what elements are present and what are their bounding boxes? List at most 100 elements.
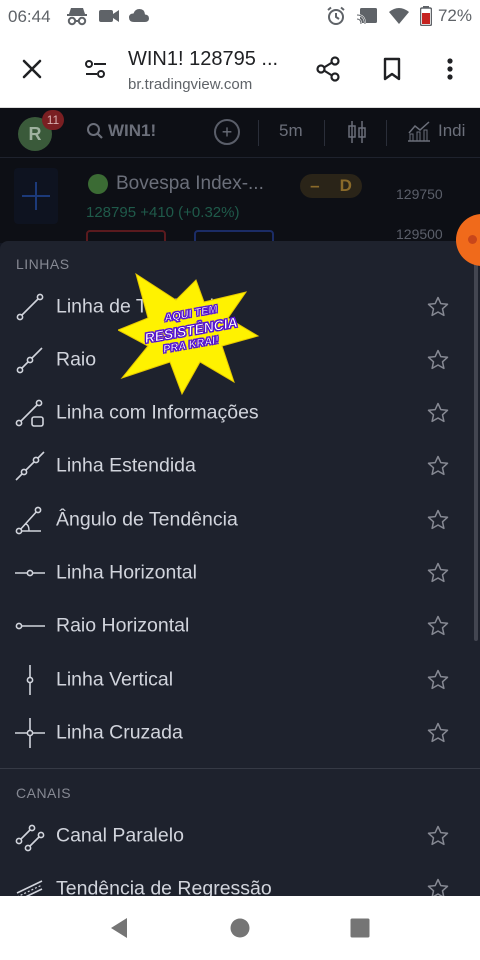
status-right: 72% — [326, 6, 472, 26]
tune-icon — [85, 60, 106, 78]
star-icon[interactable] — [426, 824, 450, 848]
chart-background: R 11 WIN1! + 5m Indi Bovespa Index-... –… — [0, 108, 480, 243]
close-icon — [22, 59, 42, 79]
section-header-canais: CANAIS — [16, 785, 72, 801]
chart-legend: Bovespa Index-... – D 128795 +410 (+0.32… — [0, 158, 480, 243]
tool-label: Linha Vertical — [56, 668, 174, 690]
indicators-button[interactable]: Indi — [406, 119, 465, 143]
more-vert-icon — [447, 58, 453, 80]
symbol-search[interactable]: WIN1! — [86, 121, 156, 141]
tool-horizontal-ray[interactable]: Raio Horizontal — [0, 599, 464, 652]
home-icon[interactable] — [228, 916, 252, 940]
divider — [324, 120, 325, 146]
brazil-flag-icon — [88, 174, 108, 194]
battery-icon — [419, 6, 432, 26]
bookmark-icon — [383, 57, 401, 81]
price-scale-label: 129750 — [396, 186, 443, 202]
star-icon[interactable] — [426, 508, 450, 532]
tool-label: Ângulo de Tendência — [56, 508, 238, 530]
star-icon[interactable] — [426, 561, 450, 585]
crosshair-icon — [22, 182, 50, 210]
star-icon[interactable] — [426, 614, 450, 638]
tool-label: Raio — [56, 348, 97, 370]
divider — [258, 120, 259, 146]
tool-parallel-channel[interactable]: Canal Paralelo — [0, 809, 464, 862]
tool-label: Linha Estendida — [56, 454, 196, 476]
section-header-linhas: LINHAS — [16, 256, 70, 272]
star-icon[interactable] — [426, 295, 450, 319]
star-icon[interactable] — [426, 721, 450, 745]
more-options-button[interactable] — [430, 49, 470, 89]
section-divider — [0, 768, 480, 769]
instrument-name: Bovespa Index-... — [116, 173, 264, 194]
cast-icon — [356, 8, 377, 25]
tool-label: Linha Cruzada — [56, 721, 183, 743]
scrollbar[interactable] — [474, 241, 478, 641]
alarm-icon — [327, 6, 345, 25]
tool-label: Linha com Informações — [56, 401, 259, 423]
star-icon[interactable] — [426, 668, 450, 692]
share-button[interactable] — [308, 49, 348, 89]
video-camera-icon — [99, 10, 119, 22]
battery-percent: 72% — [437, 6, 472, 25]
back-icon[interactable] — [108, 916, 132, 940]
incognito-icon — [67, 8, 87, 26]
candle-type-icon[interactable] — [346, 119, 368, 145]
status-time: 06:44 — [8, 7, 51, 26]
tool-label: Canal Paralelo — [56, 824, 184, 846]
interval-button[interactable]: 5m — [279, 121, 303, 141]
cloud-icon — [129, 9, 149, 22]
indicators-label: Indi — [438, 121, 466, 140]
recents-icon[interactable] — [348, 916, 372, 940]
resistance-sticker: AQUI TEM RESISTÊNCIA PRA KRAI! — [118, 270, 264, 398]
ray-icon — [16, 346, 43, 373]
price-change: 128795 +410 (+0.32%) — [86, 204, 240, 221]
pill-letter: D — [339, 176, 352, 195]
data-status-pill[interactable]: – D — [300, 174, 362, 198]
system-navigation-bar — [0, 896, 480, 960]
tool-horizontal-line[interactable]: Linha Horizontal — [0, 546, 464, 599]
divider — [386, 120, 387, 146]
horizontal-ray-icon — [15, 622, 45, 629]
horizontal-line-icon — [15, 569, 45, 576]
pill-minus: – — [310, 176, 320, 195]
browser-toolbar: WIN1! 128795 ... br.tradingview.com — [0, 34, 480, 108]
trend-angle-icon — [15, 506, 42, 534]
share-icon — [316, 56, 340, 82]
star-icon[interactable] — [426, 401, 450, 425]
cross-line-icon — [15, 717, 45, 748]
indicators-icon — [408, 121, 430, 142]
close-tab-button[interactable] — [12, 49, 52, 89]
site-settings-button[interactable] — [76, 49, 116, 89]
tool-cross-line[interactable]: Linha Cruzada — [0, 706, 464, 759]
info-line-icon — [15, 399, 44, 427]
extended-line-icon — [15, 450, 45, 481]
tool-extended-line[interactable]: Linha Estendida — [0, 439, 464, 492]
price-scale-label: 129500 — [396, 226, 443, 242]
tool-label: Tendência de Regressão — [56, 877, 272, 896]
tool-regression-trend[interactable]: Tendência de Regressão — [0, 862, 464, 896]
tool-trend-angle[interactable]: Ângulo de Tendência — [0, 493, 464, 546]
chart-toolbar: R 11 WIN1! + 5m Indi — [0, 108, 480, 158]
star-icon[interactable] — [426, 454, 450, 478]
bookmark-button[interactable] — [372, 49, 412, 89]
search-icon — [87, 123, 103, 139]
notification-badge: 11 — [42, 110, 64, 130]
plus-icon: + — [221, 121, 233, 142]
tool-label: Linha Horizontal — [56, 561, 197, 583]
page-title: WIN1! 128795 ... — [128, 48, 279, 70]
star-icon[interactable] — [426, 877, 450, 897]
page-url: br.tradingview.com — [128, 76, 253, 93]
wifi-icon — [388, 8, 409, 24]
tool-vertical-line[interactable]: Linha Vertical — [0, 653, 464, 706]
regression-trend-icon — [16, 879, 43, 896]
crosshair-tool[interactable] — [14, 168, 58, 224]
symbol-label: WIN1! — [108, 121, 157, 140]
compare-button[interactable]: + — [214, 119, 240, 145]
vertical-line-icon — [26, 664, 34, 695]
tool-label: Raio Horizontal — [56, 614, 190, 636]
parallel-channel-icon — [15, 824, 45, 851]
trend-line-icon — [16, 293, 44, 320]
status-bar: 06:44 72% — [0, 0, 480, 34]
star-icon[interactable] — [426, 348, 450, 372]
